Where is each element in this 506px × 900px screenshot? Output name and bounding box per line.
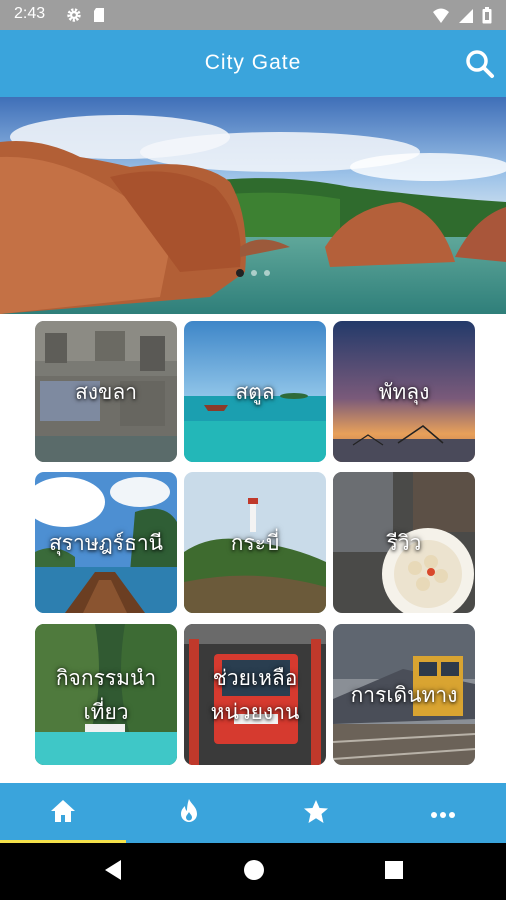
tile-activities[interactable]: กิจกรรมนำเที่ยว <box>35 624 177 765</box>
tile-satun[interactable]: สตูล <box>184 321 326 462</box>
nav-more[interactable] <box>380 783 506 843</box>
tile-phatthalung[interactable]: พัทลุง <box>333 321 475 462</box>
banner-image <box>0 97 506 314</box>
tile-label: รีวิว <box>386 530 422 555</box>
tile-label: กระบี่ <box>230 530 280 555</box>
tile-review[interactable]: รีวิว <box>333 472 475 613</box>
tile-label: สุราษฎร์ธานี <box>48 530 164 555</box>
more-icon <box>430 804 456 823</box>
fire-icon <box>178 798 200 828</box>
tile-label: กิจกรรมนำเที่ยว <box>55 665 157 724</box>
system-recents-button[interactable] <box>381 859 407 885</box>
carousel-dot[interactable] <box>251 270 257 276</box>
system-back-button[interactable] <box>100 859 126 885</box>
tile-label: สงขลา <box>74 379 138 404</box>
battery-icon <box>482 7 492 28</box>
recents-icon <box>384 860 404 884</box>
nav-trending[interactable] <box>126 783 252 843</box>
status-time: 2:43 <box>14 5 46 22</box>
app-title: City Gate <box>204 51 302 74</box>
nav-favorites[interactable] <box>253 783 379 843</box>
category-grid: สงขลา สตูล พัทลุง สุราษฎร์ธานี กระบี่ รี… <box>33 320 475 768</box>
home-icon <box>50 799 76 827</box>
system-home-button[interactable] <box>241 859 267 885</box>
tile-transport[interactable]: การเดินทาง <box>333 624 475 765</box>
tile-krabi[interactable]: กระบี่ <box>184 472 326 613</box>
search-icon <box>464 50 496 84</box>
tile-surat-thani[interactable]: สุราษฎร์ธานี <box>35 472 177 613</box>
tile-songkhla[interactable]: สงขลา <box>35 321 177 462</box>
carousel-dot[interactable] <box>264 270 270 276</box>
status-bar: 2:43 <box>0 0 506 30</box>
back-icon <box>103 859 123 885</box>
bottom-nav <box>0 783 506 843</box>
star-icon <box>303 799 329 828</box>
nav-home[interactable] <box>0 783 126 843</box>
system-nav-bar <box>0 843 506 900</box>
home-circle-icon <box>243 859 265 885</box>
tile-label: สตูล <box>235 379 275 404</box>
tile-rescue[interactable]: ช่วยเหลือหน่วยงาน <box>184 624 326 765</box>
carousel-dots <box>236 269 270 277</box>
tile-label: การเดินทาง <box>350 682 458 707</box>
app-bar: City Gate <box>0 30 506 97</box>
wifi-icon <box>432 8 450 28</box>
carousel-dot[interactable] <box>236 269 244 277</box>
tile-label: ช่วยเหลือหน่วยงาน <box>210 665 300 724</box>
search-button[interactable] <box>464 48 496 80</box>
gear-icon <box>66 7 82 27</box>
signal-icon <box>458 8 474 28</box>
tile-label: พัทลุง <box>378 379 430 404</box>
banner-carousel[interactable] <box>0 97 506 314</box>
sd-card-icon <box>92 7 106 27</box>
